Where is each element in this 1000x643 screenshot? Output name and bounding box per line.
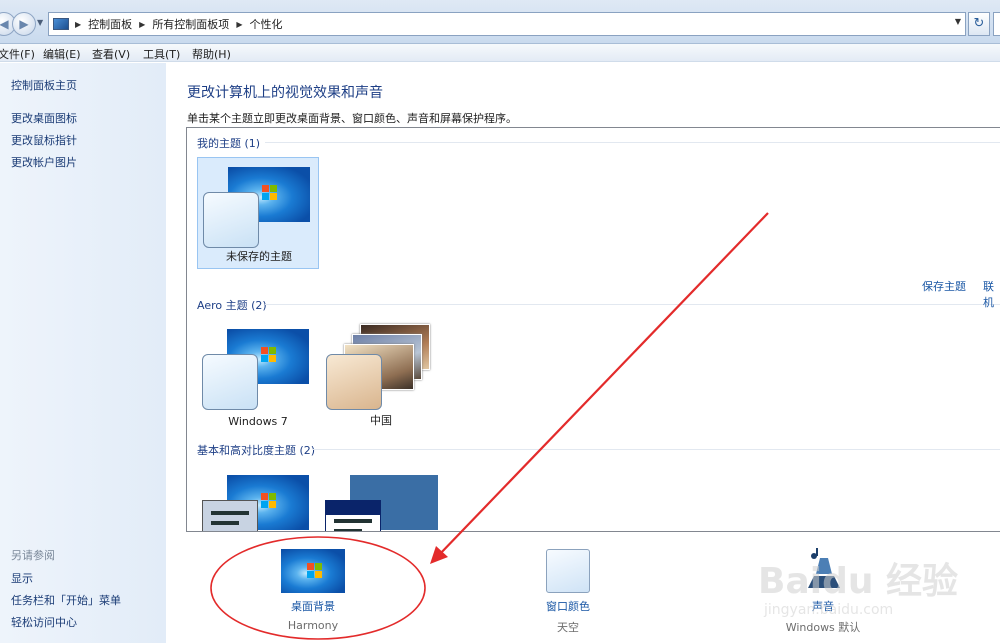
windows-logo-icon [262,185,278,201]
annotation-arrowhead [430,546,448,564]
address-bar-area: ◀ ▶ ▼ ▶ 控制面板 ▶ 所有控制面板项 ▶ 个性化 ▼ ↻ [0,0,1000,44]
desktop-background-thumbnail[interactable] [281,549,345,593]
window-color-thumbnail[interactable] [546,549,590,593]
theme-unsaved[interactable]: 未保存的主题 [197,157,319,269]
group-header-basic[interactable]: 基本和高对比度主题 (2) [197,442,315,458]
group-divider [265,142,1000,143]
desktop-background-item[interactable]: 桌面背景 Harmony [243,598,383,632]
basic-window-swatch [202,500,258,531]
personalization-window: ◀ ▶ ▼ ▶ 控制面板 ▶ 所有控制面板项 ▶ 个性化 ▼ ↻ 文件(F) 编… [0,0,1000,643]
desktop-background-label[interactable]: 桌面背景 [243,598,383,614]
glass-color-swatch [326,354,382,410]
refresh-button[interactable]: ↻ [968,12,990,36]
display-link[interactable]: 显示 [11,570,33,586]
windows-logo-icon [261,493,277,509]
baidu-watermark: Baidu 经验 jingyan.baidu.com [758,540,998,640]
glass-color-swatch [202,354,258,410]
group-divider [265,304,1000,305]
page-subtitle: 单击某个主题立即更改桌面背景、窗口颜色、声音和屏幕保护程序。 [187,112,517,125]
chevron-right-icon[interactable]: ▶ [236,20,242,29]
ease-of-access-link[interactable]: 轻松访问中心 [11,614,77,630]
menu-help[interactable]: 帮助(H) [192,46,231,62]
search-input[interactable] [993,12,1000,36]
theme-list[interactable]: 我的主题 (1) 未保存的主题 Aero 主题 (2) Windows 7 中国 [186,127,1000,532]
chevron-right-icon[interactable]: ▶ [75,20,81,29]
watermark-url: jingyan.baidu.com [764,602,894,618]
address-dropdown-icon[interactable]: ▼ [955,17,961,26]
change-account-picture-link[interactable]: 更改帐户图片 [11,154,77,170]
change-desktop-icons-link[interactable]: 更改桌面图标 [11,110,77,126]
menu-edit[interactable]: 编辑(E) [43,46,81,62]
windows-logo-icon [307,563,323,579]
windows-logo-icon [261,347,277,363]
desktop-background-value: Harmony [287,619,339,632]
theme-windows-basic[interactable] [197,466,319,531]
control-panel-icon [53,18,69,30]
theme-windows-7[interactable]: Windows 7 [197,320,319,432]
window-color-value: 天空 [557,621,579,634]
menu-tools[interactable]: 工具(T) [143,46,180,62]
menu-bar: 文件(F) 编辑(E) 查看(V) 工具(T) 帮助(H) [0,44,1000,62]
theme-china[interactable]: 中国 [320,320,442,432]
breadcrumb-control-panel[interactable]: 控制面板 [88,16,132,32]
theme-label: 中国 [370,414,392,427]
taskbar-start-menu-link[interactable]: 任务栏和「开始」菜单 [11,592,121,608]
group-header-my-themes[interactable]: 我的主题 (1) [197,135,260,151]
breadcrumb-all-items[interactable]: 所有控制面板项 [152,16,229,32]
classic-window-swatch [325,500,381,531]
forward-button[interactable]: ▶ [12,12,36,36]
page-title: 更改计算机上的视觉效果和声音 [187,85,383,101]
save-theme-link[interactable]: 保存主题 [922,278,966,294]
window-color-label[interactable]: 窗口颜色 [498,598,638,614]
address-bar[interactable]: ▶ 控制面板 ▶ 所有控制面板项 ▶ 个性化 ▼ [48,12,966,36]
menu-view[interactable]: 查看(V) [92,46,130,62]
breadcrumb-personalization[interactable]: 个性化 [249,16,282,32]
theme-label: 未保存的主题 [226,250,292,263]
theme-classic[interactable] [320,466,442,531]
history-dropdown-icon[interactable]: ▼ [37,18,43,27]
chevron-right-icon[interactable]: ▶ [139,20,145,29]
watermark-brand: Baidu 经验 [758,561,959,602]
menu-file[interactable]: 文件(F) [0,46,35,62]
group-header-aero[interactable]: Aero 主题 (2) [197,297,267,313]
window-color-item[interactable]: 窗口颜色 天空 [498,598,638,635]
group-divider [313,449,1000,450]
control-panel-home-link[interactable]: 控制面板主页 [11,77,77,93]
see-also-heading: 另请参阅 [11,549,55,562]
theme-label: Windows 7 [228,415,288,428]
change-mouse-pointer-link[interactable]: 更改鼠标指针 [11,132,77,148]
get-more-themes-online-link[interactable]: 联机 [983,278,1000,310]
glass-color-swatch [203,192,259,248]
